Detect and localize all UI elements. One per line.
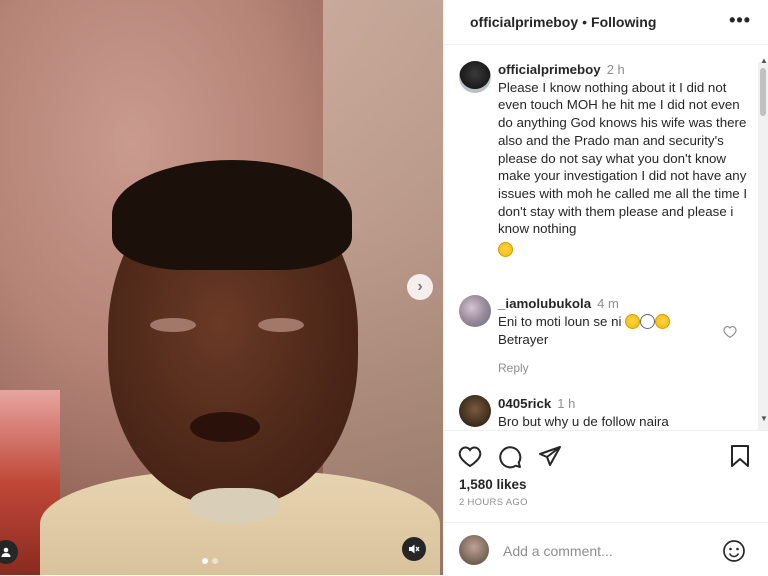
post-header: officialprimeboy • Following ••• [444,0,768,45]
comment-text-line2: Betrayer [498,332,549,347]
carousel-dot [202,558,208,564]
post-timestamp: 2 HOURS AGO [459,497,528,508]
heart-icon[interactable] [458,445,482,472]
header-user: officialprimeboy • Following [470,14,656,30]
likes-count[interactable]: 1,580 likes [459,477,527,492]
caption-time: 2 h [606,62,625,77]
avatar [459,535,489,565]
comment-icon[interactable] [498,445,522,474]
scrollbar-thumb[interactable] [760,68,766,116]
carousel-dot [212,558,218,564]
separator-dot: • [582,14,588,30]
comment-username[interactable]: _iamolubukola [498,296,591,311]
comment-text: Bro but why u de follow naira [498,414,669,429]
video-subject-beard [190,488,280,524]
like-comment-heart-icon[interactable] [723,325,737,343]
video-subject-eye [150,318,196,332]
punch-emoji-icon [640,314,656,329]
avatar[interactable] [459,295,491,327]
video-subject-mouth [190,412,260,442]
scroll-up-icon[interactable]: ▲ [760,56,768,65]
share-icon[interactable] [538,445,562,472]
next-arrow-icon[interactable]: › [407,274,433,300]
reply-link[interactable]: Reply [498,359,718,377]
comment-text: Eni to moti loun se ni [498,314,622,329]
post-panel: officialprimeboy • Following ••• officialp… [443,0,768,575]
comments-scrollbar[interactable]: ▲ ▼ [758,56,768,430]
following-button[interactable]: Following [591,14,656,30]
astonished-emoji-icon [625,314,641,329]
carousel-dots [202,558,218,564]
comment-time: 1 h [557,396,576,411]
post-video[interactable]: › [0,0,443,575]
emoji-icon[interactable] [722,539,746,568]
comment: _iamolubukola 4 m Eni to moti loun se ni … [498,295,718,377]
comment-username[interactable]: 0405rick [498,396,551,411]
video-subject-hair [112,160,352,270]
pensive-emoji-icon [498,242,513,258]
comment-time: 4 m [597,296,619,311]
bookmark-icon[interactable] [730,445,750,472]
scroll-down-icon[interactable]: ▼ [760,414,768,423]
avatar[interactable] [459,61,491,93]
mute-icon[interactable] [402,537,426,561]
caption-username[interactable]: officialprimeboy [498,62,601,77]
comment-input[interactable]: Add a comment... [503,543,613,559]
more-options-icon[interactable]: ••• [729,10,751,31]
caption-text: Please I know nothing about it I did not… [498,79,748,237]
comments-section: officialprimeboy 2 h Please I know nothin… [444,45,768,430]
caption: officialprimeboy 2 h Please I know nothin… [498,61,748,259]
video-subject-eye [258,318,304,332]
avatar[interactable] [459,395,491,427]
thinking-emoji-icon [655,314,671,329]
header-username[interactable]: officialprimeboy [470,14,578,30]
comment-composer: Add a comment... [444,522,768,576]
comment: 0405rick 1 h Bro but why u de follow nair… [498,395,728,430]
action-bar: 1,580 likes 2 HOURS AGO [444,430,768,521]
